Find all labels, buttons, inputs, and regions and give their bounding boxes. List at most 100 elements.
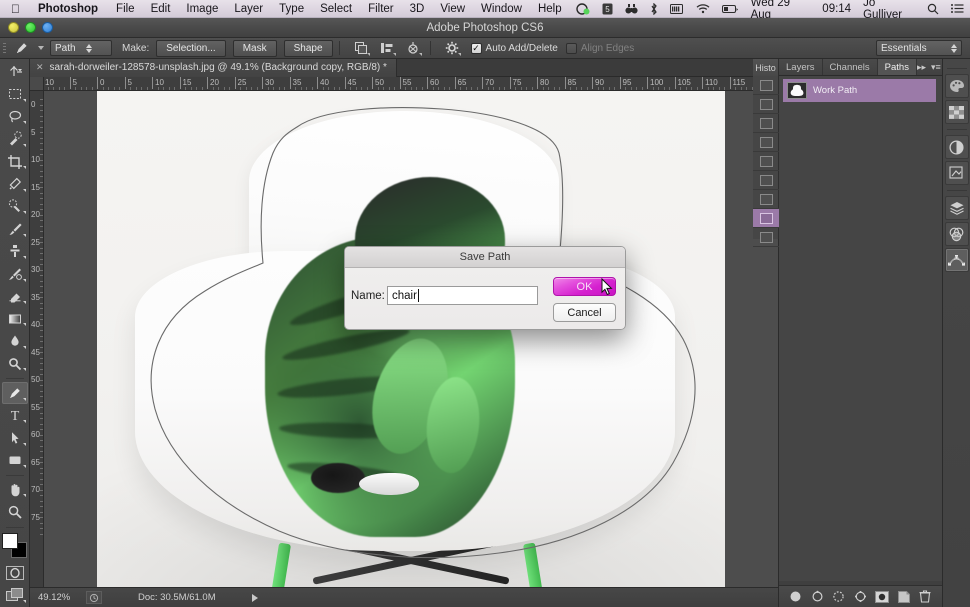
canvas-area[interactable] [44,91,778,587]
menu-3d[interactable]: 3D [402,3,433,15]
make-selection-button[interactable]: Selection... [156,40,225,57]
channels-panel-icon[interactable] [945,222,969,246]
history-state[interactable] [753,152,779,171]
collapse-panel-icon[interactable]: ▸▸ [917,62,926,73]
history-brush-tool[interactable] [2,263,28,284]
eraser-tool[interactable] [2,286,28,307]
binoculars-icon[interactable] [619,3,644,15]
tab-channels[interactable]: Channels [823,59,878,75]
gear-icon[interactable] [441,38,463,59]
clone-stamp-tool[interactable] [2,241,28,262]
vertical-ruler[interactable]: 051015202530354045505560657075 [30,91,44,587]
adjustments-panel-icon[interactable] [945,135,969,159]
horizontal-ruler[interactable]: 1050510152025303540455055606570758085909… [30,77,778,91]
crop-tool[interactable] [2,151,28,172]
cancel-button[interactable]: Cancel [553,303,616,322]
bluetooth-icon[interactable] [644,3,664,15]
make-mask-button[interactable]: Mask [233,40,277,57]
tab-history[interactable]: Histo [753,59,779,76]
hand-tool[interactable] [2,479,28,500]
path-item-work-path[interactable]: Work Path [783,79,936,102]
search-icon[interactable] [921,3,945,15]
path-operations-icon[interactable] [350,38,372,59]
document-tab[interactable]: ✕ sarah-dorweiler-128578-unsplash.jpg @ … [30,59,397,77]
fill-path-icon[interactable] [788,589,804,605]
name-input[interactable]: chair [387,286,538,305]
rectangular-marquee-tool[interactable] [2,83,28,104]
menu-view[interactable]: View [432,3,473,15]
auto-add-delete-checkbox[interactable]: ✓ [471,43,482,54]
path-alignment-icon[interactable] [376,38,398,59]
status-expand-icon[interactable] [252,594,258,602]
spot-healing-brush-tool[interactable] [2,196,28,217]
list-icon[interactable] [945,3,970,14]
zoom-level[interactable]: 49.12% [38,592,80,603]
move-tool[interactable] [2,61,28,82]
layers-panel-icon[interactable] [945,196,969,220]
workspace-select[interactable]: Essentials [876,40,962,56]
menu-filter[interactable]: Filter [360,3,402,15]
make-shape-button[interactable]: Shape [284,40,333,57]
color-panel-icon[interactable] [945,74,969,98]
panel-menu-icon[interactable]: ▾≡ [931,62,941,73]
gradient-tool[interactable] [2,308,28,329]
new-path-icon[interactable] [896,589,912,605]
styles-panel-icon[interactable] [945,161,969,185]
menu-file[interactable]: File [108,3,143,15]
tab-layers[interactable]: Layers [779,59,823,75]
history-state[interactable] [753,171,779,190]
history-state[interactable] [753,133,779,152]
type-tool[interactable]: T [2,405,28,426]
close-icon[interactable]: ✕ [36,62,44,73]
document-icon[interactable] [86,591,102,604]
menu-photoshop[interactable]: Photoshop [30,3,108,15]
document-image[interactable] [97,91,725,587]
options-bar-grip[interactable] [0,38,9,59]
dodge-tool[interactable] [2,353,28,374]
apple-icon[interactable]:  [0,3,30,15]
history-state[interactable] [753,114,779,133]
menu-type[interactable]: Type [271,3,312,15]
delete-path-icon[interactable] [917,589,933,605]
html5-icon[interactable]: 5 [596,3,619,15]
paths-panel-icon[interactable] [945,248,969,272]
color-swatches[interactable] [2,533,28,556]
ruler-corner[interactable] [30,77,44,91]
zoom-tool[interactable] [2,501,28,522]
tab-paths[interactable]: Paths [878,59,917,75]
quick-mask-icon[interactable] [2,562,28,583]
battery-meter-icon[interactable] [664,4,690,14]
menubar-time[interactable]: 09:14 [816,3,857,15]
quick-selection-tool[interactable] [2,128,28,149]
load-path-as-selection-icon[interactable] [831,589,847,605]
swatches-panel-icon[interactable] [945,100,969,124]
foreground-color-swatch[interactable] [2,533,18,549]
menu-layer[interactable]: Layer [226,3,271,15]
menu-edit[interactable]: Edit [143,3,179,15]
pen-tool[interactable] [2,382,28,403]
rectangle-tool[interactable] [2,450,28,471]
add-layer-mask-icon[interactable] [874,589,890,605]
path-mode-select[interactable]: Path [50,40,112,56]
history-state-selected[interactable] [753,209,779,228]
wifi-icon[interactable] [690,3,716,14]
eyedropper-tool[interactable] [2,173,28,194]
history-state[interactable] [753,190,779,209]
screen-mode-icon[interactable] [2,584,28,605]
pen-tool-icon[interactable] [9,40,35,56]
make-work-path-icon[interactable] [852,589,868,605]
menu-image[interactable]: Image [178,3,226,15]
history-state[interactable] [753,76,779,95]
path-selection-tool[interactable] [2,427,28,448]
blur-tool[interactable] [2,330,28,351]
align-edges-checkbox[interactable] [566,43,577,54]
menu-select[interactable]: Select [312,3,360,15]
history-state[interactable] [753,95,779,114]
menu-window[interactable]: Window [473,3,530,15]
menu-help[interactable]: Help [530,3,570,15]
stroke-path-icon[interactable] [809,589,825,605]
lasso-tool[interactable] [2,106,28,127]
tool-preset-chevron-down-icon[interactable] [38,46,44,50]
brush-tool[interactable] [2,218,28,239]
dropbox-icon[interactable] [570,3,596,15]
